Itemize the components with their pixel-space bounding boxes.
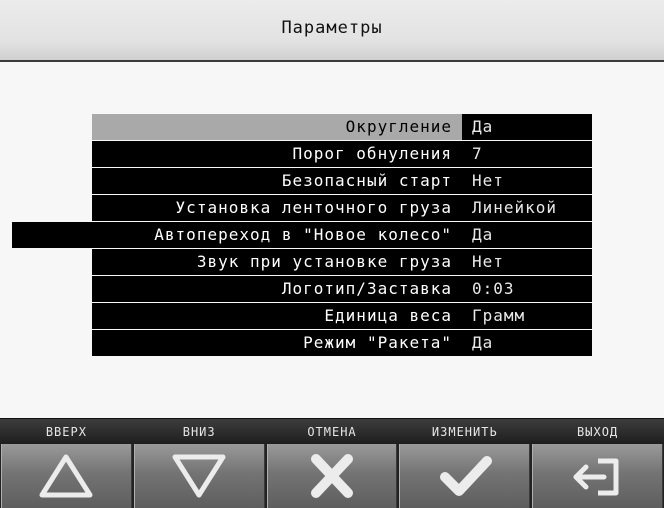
param-value: Да [462,330,592,356]
exit-button[interactable] [532,444,663,508]
content-area: Округление Да Порог обнуления 7 Безопасн… [0,62,664,418]
toolbar-buttons [0,444,664,508]
param-value: Нет [462,249,592,275]
page-title: Параметры [281,18,383,38]
title-bar: Параметры [0,0,664,62]
param-label: Установка ленточного груза [92,195,462,221]
change-button[interactable] [399,444,531,508]
param-label: Автопереход в "Новое колесо" [12,222,462,248]
down-triangle-icon [172,454,226,498]
up-label: ВВЕРХ [45,425,87,439]
param-value: 0:03 [462,276,592,302]
param-label: Звук при установке груза [92,249,462,275]
param-row-logo[interactable]: Логотип/Заставка 0:03 [92,276,592,302]
param-row-auto-new-wheel[interactable]: Автопереход в "Новое колесо" Да [12,222,592,248]
up-button[interactable] [1,444,132,508]
param-row-weight-unit[interactable]: Единица веса Грамм [92,303,592,329]
param-row-zero-threshold[interactable]: Порог обнуления 7 [92,141,592,167]
settings-screen: Параметры Округление Да Порог обнуления … [0,0,664,508]
param-value: 7 [462,141,592,167]
cross-icon [310,454,353,498]
exit-label: ВЫХОД [577,425,619,439]
param-row-safe-start[interactable]: Безопасный старт Нет [92,168,592,194]
up-triangle-icon [39,454,93,498]
param-value: Нет [462,168,592,194]
param-row-rounding[interactable]: Округление Да [92,114,592,140]
param-value: Линейкой [462,195,592,221]
down-label: ВНИЗ [182,425,216,439]
param-value: Да [462,114,592,140]
param-label: Логотип/Заставка [92,276,462,302]
param-label: Округление [92,114,462,140]
param-value: Да [462,222,592,248]
toolbar-labels: ВВЕРХ ВНИЗ ОТМЕНА ИЗМЕНИТЬ ВЫХОД [0,418,664,444]
param-label: Порог обнуления [92,141,462,167]
param-value: Грамм [462,303,592,329]
cancel-button[interactable] [266,444,398,508]
check-icon [439,456,492,496]
change-label: ИЗМЕНИТЬ [431,425,498,439]
down-button[interactable] [133,444,265,508]
exit-icon [573,458,619,496]
param-row-tape-weight[interactable]: Установка ленточного груза Линейкой [92,195,592,221]
param-label: Режим "Ракета" [92,330,462,356]
param-row-rocket-mode[interactable]: Режим "Ракета" Да [92,330,592,356]
parameters-list: Округление Да Порог обнуления 7 Безопасн… [12,114,592,357]
cancel-label: ОТМЕНА [307,425,357,439]
param-row-sound[interactable]: Звук при установке груза Нет [92,249,592,275]
param-label: Единица веса [92,303,462,329]
param-label: Безопасный старт [92,168,462,194]
